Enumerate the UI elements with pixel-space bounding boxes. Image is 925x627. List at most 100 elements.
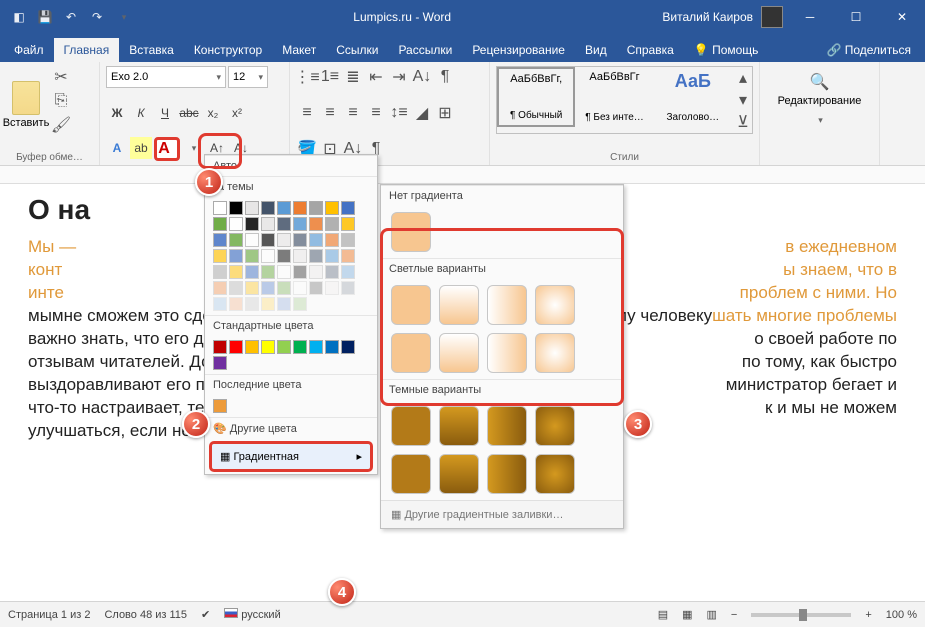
- dark-gradient-swatch[interactable]: [487, 406, 527, 446]
- tab-design[interactable]: Конструктор: [184, 38, 272, 62]
- page-status[interactable]: Страница 1 из 2: [8, 609, 90, 621]
- theme-swatch[interactable]: [245, 201, 259, 215]
- std-swatch[interactable]: [341, 340, 355, 354]
- theme-swatch[interactable]: [229, 217, 243, 231]
- copy-button[interactable]: ⎘: [50, 90, 72, 112]
- more-colors[interactable]: 🎨 Другие цвета: [205, 417, 377, 439]
- align-right-button[interactable]: ≡: [342, 102, 364, 124]
- theme-swatch[interactable]: [309, 233, 323, 247]
- theme-swatch[interactable]: [325, 233, 339, 247]
- highlight-button[interactable]: ab: [130, 137, 152, 159]
- theme-swatch[interactable]: [261, 265, 275, 279]
- theme-swatch[interactable]: [277, 217, 291, 231]
- theme-swatch[interactable]: [341, 233, 355, 247]
- std-swatch[interactable]: [261, 340, 275, 354]
- bold-button[interactable]: Ж: [106, 102, 128, 124]
- theme-swatch[interactable]: [309, 201, 323, 215]
- minimize-button[interactable]: ─: [787, 0, 833, 34]
- theme-swatch[interactable]: [261, 281, 275, 295]
- shading-button[interactable]: ◢: [411, 102, 433, 124]
- gradient-menu-item[interactable]: ▦ Градиентная▸: [209, 441, 373, 472]
- qa-customize[interactable]: [110, 4, 136, 30]
- tab-mailings[interactable]: Рассылки: [388, 38, 462, 62]
- user-name[interactable]: Виталий Каиров: [662, 10, 753, 24]
- theme-swatch[interactable]: [277, 265, 291, 279]
- theme-swatch[interactable]: [277, 201, 291, 215]
- text-effects-button[interactable]: A: [106, 137, 128, 159]
- theme-swatch[interactable]: [245, 233, 259, 247]
- styles-down[interactable]: ▾: [732, 89, 754, 111]
- tab-home[interactable]: Главная: [54, 38, 120, 62]
- more-gradients[interactable]: ▦ Другие градиентные заливки…: [381, 500, 623, 528]
- theme-swatch[interactable]: [229, 281, 243, 295]
- redo-icon[interactable]: ↷: [84, 4, 110, 30]
- theme-swatch[interactable]: [261, 297, 275, 311]
- align-left-button[interactable]: ≡: [296, 102, 318, 124]
- paste-button[interactable]: Вставить: [6, 66, 46, 144]
- font-name-select[interactable]: Exo 2.0: [106, 66, 226, 88]
- theme-swatch[interactable]: [229, 297, 243, 311]
- theme-swatch[interactable]: [293, 281, 307, 295]
- line-spacing-button[interactable]: ↕≡: [388, 102, 410, 124]
- tab-references[interactable]: Ссылки: [326, 38, 388, 62]
- theme-swatch[interactable]: [261, 201, 275, 215]
- theme-swatch[interactable]: [213, 249, 227, 263]
- theme-swatch[interactable]: [309, 217, 323, 231]
- dark-gradient-swatch[interactable]: [439, 454, 479, 494]
- word-count[interactable]: Слово 48 из 115: [104, 609, 187, 621]
- theme-swatch[interactable]: [277, 249, 291, 263]
- dark-gradient-swatch[interactable]: [439, 406, 479, 446]
- theme-swatch[interactable]: [341, 265, 355, 279]
- theme-swatch[interactable]: [213, 281, 227, 295]
- theme-swatch[interactable]: [245, 217, 259, 231]
- theme-swatch[interactable]: [293, 265, 307, 279]
- theme-swatch[interactable]: [245, 265, 259, 279]
- theme-swatch[interactable]: [325, 249, 339, 263]
- theme-swatch[interactable]: [213, 201, 227, 215]
- theme-swatch[interactable]: [341, 201, 355, 215]
- theme-swatch[interactable]: [341, 249, 355, 263]
- format-painter-button[interactable]: 🖌: [50, 114, 72, 136]
- theme-swatch[interactable]: [325, 281, 339, 295]
- theme-swatch[interactable]: [325, 217, 339, 231]
- strike-button[interactable]: abc: [178, 102, 200, 124]
- theme-swatch[interactable]: [213, 233, 227, 247]
- theme-swatch[interactable]: [309, 281, 323, 295]
- styles-up[interactable]: ▴: [732, 67, 754, 89]
- undo-icon[interactable]: ↶: [58, 4, 84, 30]
- theme-swatch[interactable]: [261, 233, 275, 247]
- recent-swatch[interactable]: [213, 399, 227, 413]
- theme-swatch[interactable]: [341, 281, 355, 295]
- tab-help[interactable]: Справка: [617, 38, 684, 62]
- dark-gradient-swatch[interactable]: [487, 454, 527, 494]
- borders-button[interactable]: ⊞: [434, 102, 456, 124]
- std-swatch[interactable]: [309, 340, 323, 354]
- multilevel-button[interactable]: ≣: [342, 66, 364, 88]
- zoom-level[interactable]: 100 %: [886, 609, 917, 621]
- view-read-icon[interactable]: ▤: [658, 608, 668, 621]
- tab-view[interactable]: Вид: [575, 38, 617, 62]
- theme-swatch[interactable]: [213, 265, 227, 279]
- theme-swatch[interactable]: [229, 201, 243, 215]
- share-button[interactable]: 🔗 Поделиться: [816, 38, 921, 62]
- editing-button[interactable]: Редактирование: [778, 95, 862, 107]
- theme-swatch[interactable]: [325, 201, 339, 215]
- bullets-button[interactable]: ⋮≡: [296, 66, 318, 88]
- theme-swatch[interactable]: [293, 297, 307, 311]
- ruler[interactable]: [0, 166, 925, 184]
- theme-swatch[interactable]: [213, 217, 227, 231]
- sort-button[interactable]: A↓: [411, 66, 433, 88]
- decrease-indent-button[interactable]: ⇤: [365, 66, 387, 88]
- theme-swatch[interactable]: [213, 297, 227, 311]
- std-swatch[interactable]: [293, 340, 307, 354]
- std-swatch[interactable]: [213, 340, 227, 354]
- theme-swatch[interactable]: [293, 201, 307, 215]
- theme-swatch[interactable]: [277, 233, 291, 247]
- theme-swatch[interactable]: [293, 217, 307, 231]
- zoom-slider[interactable]: [751, 613, 851, 617]
- justify-button[interactable]: ≡: [365, 102, 387, 124]
- theme-swatch[interactable]: [261, 249, 275, 263]
- theme-swatch[interactable]: [245, 281, 259, 295]
- tab-review[interactable]: Рецензирование: [462, 38, 575, 62]
- theme-swatch[interactable]: [245, 297, 259, 311]
